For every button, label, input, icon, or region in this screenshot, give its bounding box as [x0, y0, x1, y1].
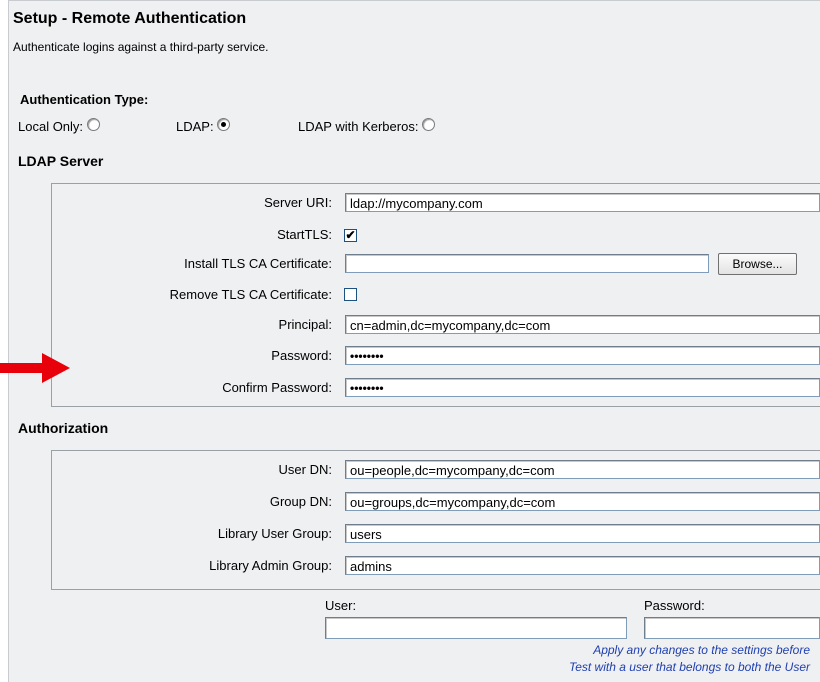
install-ca-input[interactable] — [345, 254, 709, 273]
principal-input[interactable]: cn=admin,dc=mycompany,dc=com — [345, 315, 820, 334]
password-label: Password: — [271, 348, 332, 363]
confirm-password-input[interactable]: •••••••• — [345, 378, 820, 397]
test-user-label: User: — [325, 598, 357, 613]
page-subtitle: Authenticate logins against a third-part… — [13, 40, 269, 54]
starttls-label: StartTLS: — [277, 227, 332, 242]
library-admin-group-input[interactable]: admins — [345, 556, 820, 575]
user-dn-label: User DN: — [278, 462, 332, 477]
group-dn-input[interactable]: ou=groups,dc=mycompany,dc=com — [345, 492, 820, 511]
library-user-group-label: Library User Group: — [217, 526, 332, 541]
test-note-line1: Apply any changes to the settings before — [593, 643, 810, 657]
test-user-input[interactable] — [325, 617, 627, 639]
server-uri-label: Server URI: — [264, 195, 332, 210]
auth-option-ldap-label: LDAP: — [176, 119, 214, 134]
remove-ca-checkbox[interactable] — [344, 288, 357, 301]
radio-local-only[interactable] — [86, 118, 100, 131]
install-ca-label: Install TLS CA Certificate: — [184, 256, 332, 271]
browse-button[interactable]: Browse... — [718, 253, 797, 275]
server-uri-input[interactable]: ldap://mycompany.com — [345, 193, 820, 212]
auth-option-local-label: Local Only: — [18, 119, 84, 134]
arrow-right-icon — [0, 353, 70, 383]
library-admin-group-label: Library Admin Group: — [209, 558, 332, 573]
radio-ldap[interactable] — [217, 118, 231, 131]
page-title: Setup - Remote Authentication — [13, 10, 247, 27]
radio-ldap-kerberos[interactable] — [422, 118, 436, 131]
remove-ca-label: Remove TLS CA Certificate: — [169, 287, 332, 302]
principal-label: Principal: — [278, 317, 332, 332]
user-dn-input[interactable]: ou=people,dc=mycompany,dc=com — [345, 460, 820, 479]
library-user-group-input[interactable]: users — [345, 524, 820, 543]
starttls-checkbox[interactable]: ✔ — [344, 229, 357, 242]
authorization-heading: Authorization — [18, 420, 109, 436]
auth-option-local[interactable]: Local Only: — [18, 118, 100, 134]
test-password-label: Password: — [644, 598, 705, 613]
test-note-line2: Test with a user that belongs to both th… — [568, 660, 810, 674]
confirm-password-label: Confirm Password: — [222, 380, 332, 395]
auth-option-ldap-kerberos-label: LDAP with Kerberos: — [298, 119, 419, 134]
auth-option-ldap[interactable]: LDAP: — [176, 118, 231, 134]
test-password-input[interactable] — [644, 617, 820, 639]
auth-type-heading: Authentication Type: — [20, 92, 149, 107]
auth-option-ldap-kerberos[interactable]: LDAP with Kerberos: — [298, 118, 436, 134]
ldap-server-heading: LDAP Server — [18, 153, 104, 169]
password-input[interactable]: •••••••• — [345, 346, 820, 365]
group-dn-label: Group DN: — [269, 494, 332, 509]
